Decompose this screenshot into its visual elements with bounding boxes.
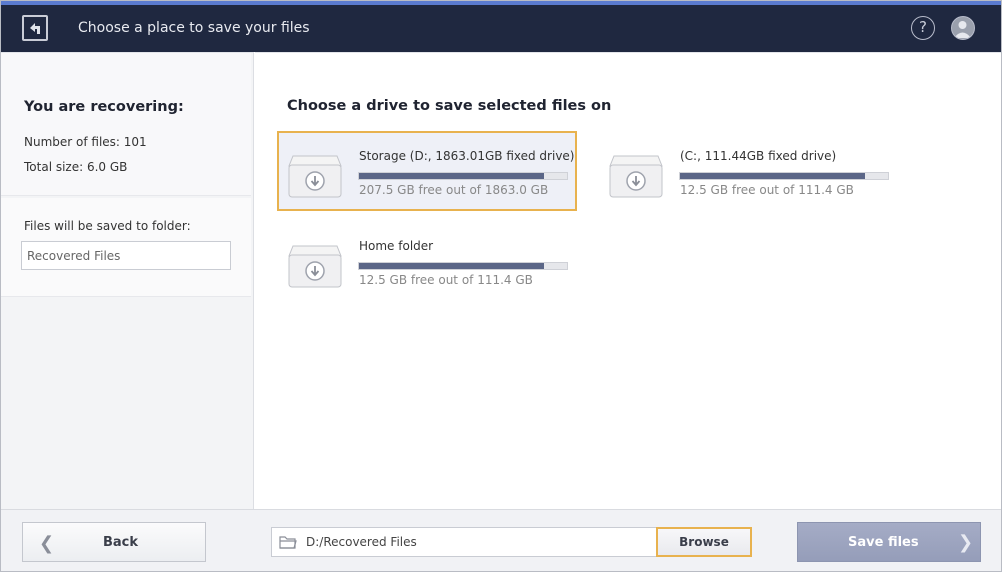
summary-heading: You are recovering: <box>24 99 184 115</box>
window-title: Choose a place to save your files <box>78 20 310 36</box>
drive-name: (C:, 111.44GB fixed drive) <box>680 149 837 163</box>
drive-icon <box>288 155 342 198</box>
drive-free-space: 207.5 GB free out of 1863.0 GB <box>359 183 549 197</box>
target-folder-section: Files will be saved to folder: <box>1 198 251 297</box>
account-icon[interactable] <box>951 16 975 40</box>
drive-usage-bar <box>358 262 568 270</box>
left-panel: You are recovering: Number of files: 101… <box>1 52 254 509</box>
drive-free-space: 12.5 GB free out of 111.4 GB <box>359 273 533 287</box>
save-files-button[interactable]: Save files ❯ <box>797 522 981 562</box>
recovery-summary: You are recovering: Number of files: 101… <box>1 53 251 196</box>
drive-selection: Choose a drive to save selected files on… <box>255 52 1001 509</box>
save-path-field[interactable]: D:/Recovered Files Browse <box>271 527 752 557</box>
drive-usage-bar <box>358 172 568 180</box>
drive-icon <box>288 245 342 288</box>
help-icon[interactable]: ? <box>911 16 935 40</box>
drive-icon <box>609 155 663 198</box>
drive-name: Home folder <box>359 239 434 253</box>
folder-icon <box>279 536 297 549</box>
app-logo-icon <box>22 15 48 41</box>
folder-name-input[interactable] <box>21 241 231 270</box>
save-dialog: Choose a place to save your files ? You … <box>0 0 1002 572</box>
footer-bar: ❮ Back D:/Recovered Files Browse Save fi… <box>1 509 1001 571</box>
chevron-left-icon: ❮ <box>39 533 55 554</box>
drive-storage-d[interactable]: Storage (D:, 1863.01GB fixed drive) 207.… <box>277 131 577 211</box>
drive-c[interactable]: (C:, 111.44GB fixed drive) 12.5 GB free … <box>600 133 900 213</box>
save-button-label: Save files <box>848 535 919 550</box>
save-path-value: D:/Recovered Files <box>306 535 417 549</box>
chevron-right-icon: ❯ <box>958 532 974 553</box>
folder-label: Files will be saved to folder: <box>24 219 191 233</box>
title-bar: Choose a place to save your files ? <box>1 1 1001 52</box>
files-count: Number of files: 101 <box>24 135 147 149</box>
drive-free-space: 12.5 GB free out of 111.4 GB <box>680 183 854 197</box>
back-button[interactable]: ❮ Back <box>22 522 206 562</box>
drive-selection-heading: Choose a drive to save selected files on <box>287 98 612 114</box>
back-button-label: Back <box>103 535 139 550</box>
drive-home-folder[interactable]: Home folder 12.5 GB free out of 111.4 GB <box>279 223 579 303</box>
browse-button[interactable]: Browse <box>656 527 752 557</box>
total-size: Total size: 6.0 GB <box>24 160 128 174</box>
drive-name: Storage (D:, 1863.01GB fixed drive) <box>359 149 575 163</box>
drive-usage-bar <box>679 172 889 180</box>
